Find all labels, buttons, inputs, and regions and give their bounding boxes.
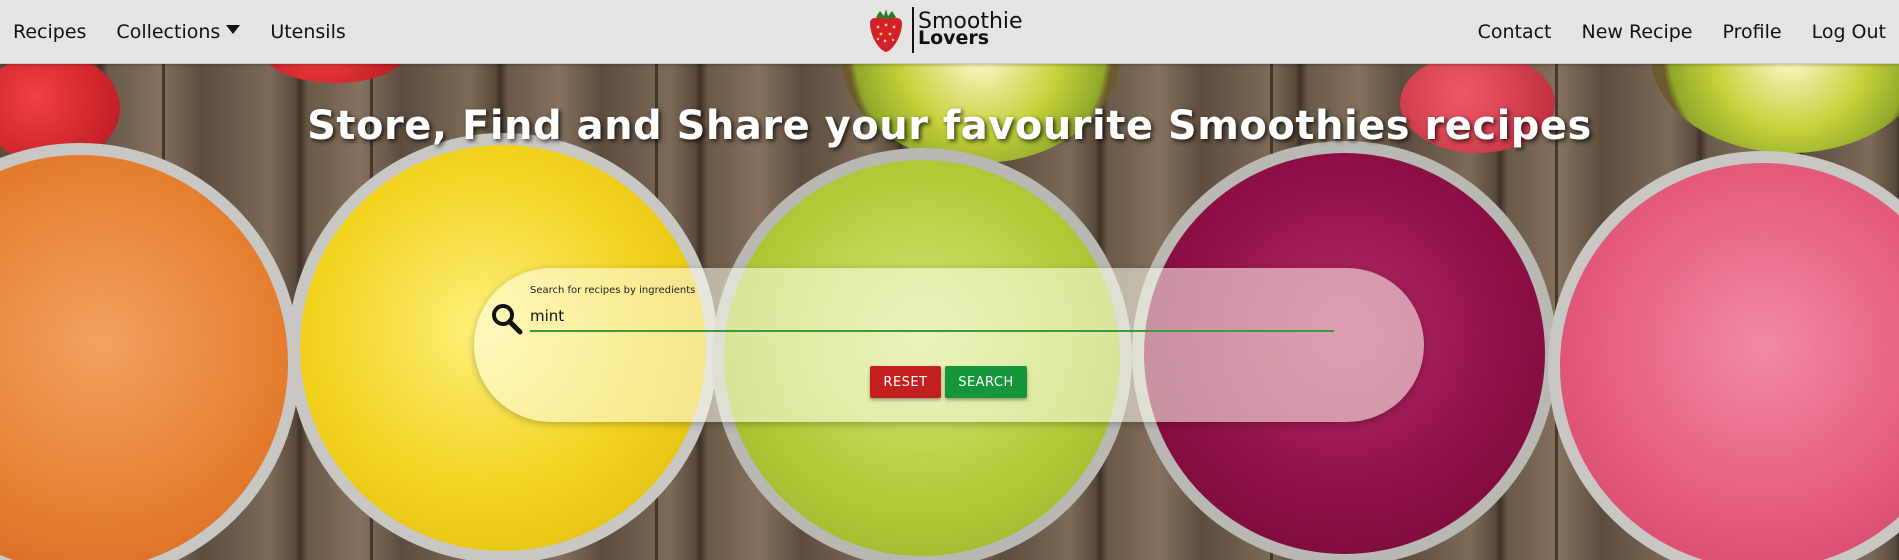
brand-text: Smoothie Lovers	[918, 11, 1023, 49]
pink-smoothie-glass-image	[1548, 151, 1899, 560]
nav-left-group: Recipes Collections Utensils	[13, 0, 376, 63]
nav-new-recipe-link[interactable]: New Recipe	[1581, 21, 1692, 43]
nav-right-group: Contact New Recipe Profile Log Out	[1448, 0, 1886, 63]
search-field-label: Search for recipes by ingredients	[530, 285, 696, 296]
search-panel: Search for recipes by ingredients RESET …	[474, 268, 1424, 422]
strawberry-icon	[870, 9, 902, 52]
search-button[interactable]: SEARCH	[945, 366, 1027, 398]
orange-smoothie-glass-image	[0, 143, 300, 560]
brand-name-line2: Lovers	[918, 27, 990, 49]
brand-divider	[912, 7, 914, 53]
nav-logout-link[interactable]: Log Out	[1812, 21, 1886, 43]
search-buttons: RESET SEARCH	[870, 366, 1031, 398]
strawberry-image	[265, 63, 405, 83]
top-navbar: Recipes Collections Utensils Smoothie Lo…	[0, 0, 1899, 64]
nav-utensils-link[interactable]: Utensils	[270, 21, 345, 43]
nav-collections-dropdown[interactable]: Collections	[116, 20, 241, 43]
caret-down-icon	[226, 25, 241, 34]
nav-recipes-link[interactable]: Recipes	[13, 21, 86, 43]
search-icon	[490, 302, 524, 336]
reset-button[interactable]: RESET	[870, 366, 941, 398]
hero-title: Store, Find and Share your favourite Smo…	[307, 103, 1592, 149]
nav-profile-link[interactable]: Profile	[1722, 21, 1781, 43]
nav-collections-label: Collections	[116, 20, 221, 43]
brand-logo-link[interactable]: Smoothie Lovers	[866, 5, 1023, 55]
search-input[interactable]	[530, 302, 1334, 332]
nav-contact-link[interactable]: Contact	[1478, 21, 1552, 43]
